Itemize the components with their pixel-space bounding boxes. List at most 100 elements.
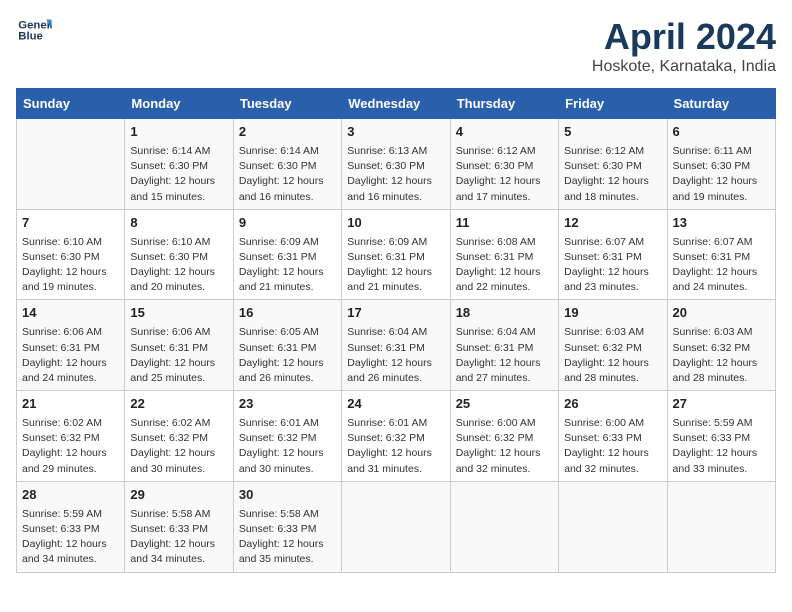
day-number: 21 (22, 395, 119, 414)
week-row-3: 14 Sunrise: 6:06 AM Sunset: 6:31 PM Dayli… (17, 300, 776, 391)
day-number: 15 (130, 304, 227, 323)
calendar-cell: 14 Sunrise: 6:06 AM Sunset: 6:31 PM Dayli… (17, 300, 125, 391)
week-row-1: 1 Sunrise: 6:14 AM Sunset: 6:30 PM Daylig… (17, 119, 776, 210)
day-number: 9 (239, 214, 336, 233)
calendar-cell: 26 Sunrise: 6:00 AM Sunset: 6:33 PM Dayli… (559, 391, 667, 482)
calendar-cell: 3 Sunrise: 6:13 AM Sunset: 6:30 PM Daylig… (342, 119, 450, 210)
day-number: 1 (130, 123, 227, 142)
calendar-title: April 2024 (592, 16, 776, 58)
calendar-cell: 8Sunrise: 6:10 AM Sunset: 6:30 PM Daylig… (125, 209, 233, 300)
day-info: Sunrise: 6:06 AM Sunset: 6:31 PM Dayligh… (22, 325, 119, 386)
day-info: Sunrise: 6:13 AM Sunset: 6:30 PM Dayligh… (347, 144, 444, 205)
day-number: 28 (22, 486, 119, 505)
calendar-cell (559, 481, 667, 572)
day-number: 27 (673, 395, 770, 414)
calendar-cell (450, 481, 558, 572)
day-number: 29 (130, 486, 227, 505)
day-number: 18 (456, 304, 553, 323)
calendar-cell: 15 Sunrise: 6:06 AM Sunset: 6:31 PM Dayli… (125, 300, 233, 391)
calendar-cell: 27 Sunrise: 5:59 AM Sunset: 6:33 PM Dayli… (667, 391, 775, 482)
day-header-friday: Friday (559, 89, 667, 119)
day-info: Sunrise: 6:03 AM Sunset: 6:32 PM Dayligh… (564, 325, 661, 386)
calendar-subtitle: Hoskote, Karnataka, India (592, 58, 776, 76)
day-info: Sunrise: 6:00 AM Sunset: 6:33 PM Dayligh… (564, 416, 661, 477)
calendar-cell: 16 Sunrise: 6:05 AM Sunset: 6:31 PM Dayli… (233, 300, 341, 391)
week-row-5: 28Sunrise: 5:59 AM Sunset: 6:33 PM Dayli… (17, 481, 776, 572)
day-number: 24 (347, 395, 444, 414)
calendar-table: SundayMondayTuesdayWednesdayThursdayFrid… (16, 88, 776, 573)
title-area: April 2024 Hoskote, Karnataka, India (592, 16, 776, 76)
calendar-cell: 19 Sunrise: 6:03 AM Sunset: 6:32 PM Dayli… (559, 300, 667, 391)
calendar-cell: 24 Sunrise: 6:01 AM Sunset: 6:32 PM Dayli… (342, 391, 450, 482)
day-number: 16 (239, 304, 336, 323)
day-info: Sunrise: 6:08 AM Sunset: 6:31 PM Dayligh… (456, 235, 553, 296)
day-info: Sunrise: 6:14 AM Sunset: 6:30 PM Dayligh… (130, 144, 227, 205)
calendar-cell: 5 Sunrise: 6:12 AM Sunset: 6:30 PM Daylig… (559, 119, 667, 210)
calendar-cell: 25 Sunrise: 6:00 AM Sunset: 6:32 PM Dayli… (450, 391, 558, 482)
day-info: Sunrise: 5:59 AM Sunset: 6:33 PM Dayligh… (673, 416, 770, 477)
day-number: 6 (673, 123, 770, 142)
day-info: Sunrise: 6:06 AM Sunset: 6:31 PM Dayligh… (130, 325, 227, 386)
day-number: 22 (130, 395, 227, 414)
day-info: Sunrise: 6:07 AM Sunset: 6:31 PM Dayligh… (673, 235, 770, 296)
day-info: Sunrise: 6:12 AM Sunset: 6:30 PM Dayligh… (456, 144, 553, 205)
calendar-cell: 29Sunrise: 5:58 AM Sunset: 6:33 PM Dayli… (125, 481, 233, 572)
day-number: 11 (456, 214, 553, 233)
day-number: 26 (564, 395, 661, 414)
day-number: 13 (673, 214, 770, 233)
page-header: General Blue April 2024 Hoskote, Karnata… (16, 16, 776, 76)
week-row-4: 21 Sunrise: 6:02 AM Sunset: 6:32 PM Dayli… (17, 391, 776, 482)
day-info: Sunrise: 6:09 AM Sunset: 6:31 PM Dayligh… (239, 235, 336, 296)
calendar-cell: 12 Sunrise: 6:07 AM Sunset: 6:31 PM Dayli… (559, 209, 667, 300)
week-row-2: 7Sunrise: 6:10 AM Sunset: 6:30 PM Daylig… (17, 209, 776, 300)
day-info: Sunrise: 6:05 AM Sunset: 6:31 PM Dayligh… (239, 325, 336, 386)
day-number: 14 (22, 304, 119, 323)
calendar-cell: 1 Sunrise: 6:14 AM Sunset: 6:30 PM Daylig… (125, 119, 233, 210)
calendar-cell: 23 Sunrise: 6:01 AM Sunset: 6:32 PM Dayli… (233, 391, 341, 482)
day-info: Sunrise: 6:10 AM Sunset: 6:30 PM Dayligh… (22, 235, 119, 296)
svg-text:General: General (18, 19, 52, 31)
day-number: 12 (564, 214, 661, 233)
day-info: Sunrise: 6:01 AM Sunset: 6:32 PM Dayligh… (239, 416, 336, 477)
svg-text:Blue: Blue (18, 31, 43, 43)
days-header-row: SundayMondayTuesdayWednesdayThursdayFrid… (17, 89, 776, 119)
day-info: Sunrise: 6:12 AM Sunset: 6:30 PM Dayligh… (564, 144, 661, 205)
day-info: Sunrise: 6:00 AM Sunset: 6:32 PM Dayligh… (456, 416, 553, 477)
calendar-cell: 17 Sunrise: 6:04 AM Sunset: 6:31 PM Dayli… (342, 300, 450, 391)
calendar-cell: 28Sunrise: 5:59 AM Sunset: 6:33 PM Dayli… (17, 481, 125, 572)
calendar-cell: 13 Sunrise: 6:07 AM Sunset: 6:31 PM Dayli… (667, 209, 775, 300)
calendar-cell (667, 481, 775, 572)
calendar-cell: 6 Sunrise: 6:11 AM Sunset: 6:30 PM Daylig… (667, 119, 775, 210)
day-number: 20 (673, 304, 770, 323)
day-number: 19 (564, 304, 661, 323)
day-info: Sunrise: 6:11 AM Sunset: 6:30 PM Dayligh… (673, 144, 770, 205)
day-info: Sunrise: 6:10 AM Sunset: 6:30 PM Dayligh… (130, 235, 227, 296)
day-number: 4 (456, 123, 553, 142)
logo-icon: General Blue (16, 16, 52, 44)
calendar-cell: 4 Sunrise: 6:12 AM Sunset: 6:30 PM Daylig… (450, 119, 558, 210)
day-header-thursday: Thursday (450, 89, 558, 119)
day-info: Sunrise: 6:02 AM Sunset: 6:32 PM Dayligh… (22, 416, 119, 477)
day-header-saturday: Saturday (667, 89, 775, 119)
day-info: Sunrise: 6:04 AM Sunset: 6:31 PM Dayligh… (347, 325, 444, 386)
day-number: 17 (347, 304, 444, 323)
calendar-cell: 21 Sunrise: 6:02 AM Sunset: 6:32 PM Dayli… (17, 391, 125, 482)
calendar-cell: 10Sunrise: 6:09 AM Sunset: 6:31 PM Dayli… (342, 209, 450, 300)
day-number: 5 (564, 123, 661, 142)
day-info: Sunrise: 6:01 AM Sunset: 6:32 PM Dayligh… (347, 416, 444, 477)
day-info: Sunrise: 6:03 AM Sunset: 6:32 PM Dayligh… (673, 325, 770, 386)
calendar-cell: 11 Sunrise: 6:08 AM Sunset: 6:31 PM Dayli… (450, 209, 558, 300)
day-header-sunday: Sunday (17, 89, 125, 119)
calendar-cell: 2Sunrise: 6:14 AM Sunset: 6:30 PM Daylig… (233, 119, 341, 210)
day-info: Sunrise: 6:07 AM Sunset: 6:31 PM Dayligh… (564, 235, 661, 296)
day-number: 3 (347, 123, 444, 142)
calendar-cell: 30Sunrise: 5:58 AM Sunset: 6:33 PM Dayli… (233, 481, 341, 572)
logo: General Blue (16, 16, 52, 44)
day-info: Sunrise: 5:58 AM Sunset: 6:33 PM Dayligh… (239, 507, 336, 568)
calendar-cell: 7Sunrise: 6:10 AM Sunset: 6:30 PM Daylig… (17, 209, 125, 300)
day-header-wednesday: Wednesday (342, 89, 450, 119)
day-number: 23 (239, 395, 336, 414)
calendar-cell (342, 481, 450, 572)
calendar-cell (17, 119, 125, 210)
day-number: 25 (456, 395, 553, 414)
